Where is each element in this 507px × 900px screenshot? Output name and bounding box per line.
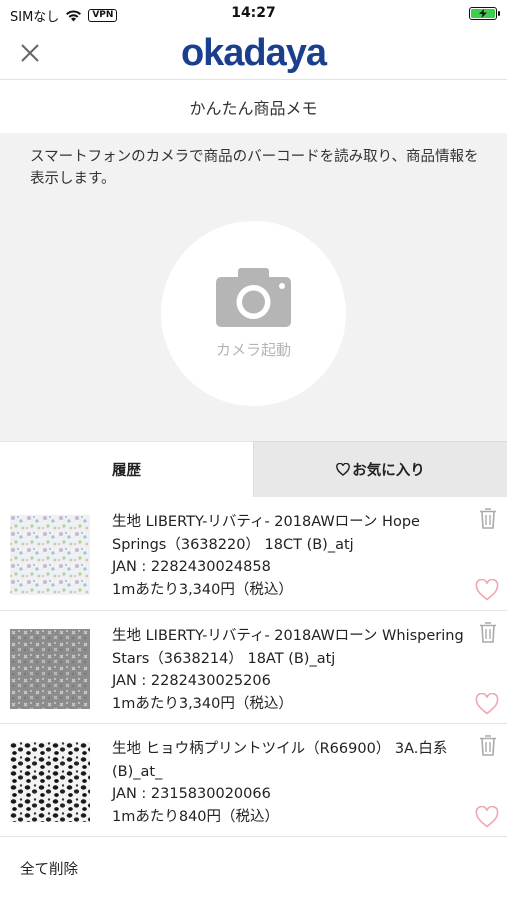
product-item[interactable]: 生地 LIBERTY-リバティ- 2018AWローン Hope Springs（… <box>0 497 507 610</box>
product-name: 生地 LIBERTY-リバティ- 2018AWローン Whispering St… <box>112 628 464 667</box>
heart-icon <box>336 463 351 476</box>
camera-icon <box>216 268 291 327</box>
tab-favorites-label: お気に入り <box>352 463 425 479</box>
favorite-heart-icon[interactable] <box>475 806 499 828</box>
battery-icon <box>469 7 500 20</box>
tab-history[interactable]: 履歴 <box>0 441 253 497</box>
product-info: 生地 LIBERTY-リバティ- 2018AWローン Hope Springs（… <box>112 511 472 601</box>
favorite-heart-icon[interactable] <box>475 579 499 601</box>
product-price: 1mあたり840円（税込） <box>112 808 280 825</box>
product-jan: JAN : 2282430025206 <box>112 673 271 689</box>
camera-section: スマートフォンのカメラで商品のバーコードを読み取り、商品情報を表示します。 カメ… <box>0 133 507 441</box>
product-name: 生地 ヒョウ柄プリントツイル（R66900） 3A.白系 (B)_at_ <box>112 741 448 780</box>
favorite-heart-icon[interactable] <box>475 693 499 715</box>
tab-history-label: 履歴 <box>112 463 141 479</box>
page-title: かんたん商品メモ <box>189 99 318 118</box>
product-price: 1mあたり3,340円（税込） <box>112 581 293 598</box>
trash-icon[interactable] <box>479 621 497 643</box>
trash-icon[interactable] <box>479 507 497 529</box>
app-header: okadaya <box>0 30 507 80</box>
product-thumbnail <box>10 515 90 595</box>
product-name: 生地 LIBERTY-リバティ- 2018AWローン Hope Springs（… <box>112 514 420 553</box>
charging-bolt-icon <box>479 9 487 18</box>
camera-launch-label: カメラ起動 <box>215 341 291 359</box>
status-bar: SIMなし VPN 14:27 <box>0 0 507 30</box>
product-price: 1mあたり3,340円（税込） <box>112 695 293 712</box>
product-thumbnail <box>10 742 90 822</box>
delete-all-button[interactable]: 全て削除 <box>0 836 507 900</box>
product-item[interactable]: 生地 LIBERTY-リバティ- 2018AWローン Whispering St… <box>0 610 507 723</box>
camera-description: スマートフォンのカメラで商品のバーコードを読み取り、商品情報を表示します。 <box>30 149 479 187</box>
product-list: 生地 LIBERTY-リバティ- 2018AWローン Hope Springs（… <box>0 497 507 836</box>
camera-launch-button[interactable]: カメラ起動 <box>161 221 346 406</box>
tab-favorites[interactable]: お気に入り <box>253 441 507 497</box>
product-jan: JAN : 2282430024858 <box>112 559 271 575</box>
trash-icon[interactable] <box>479 734 497 756</box>
product-info: 生地 LIBERTY-リバティ- 2018AWローン Whispering St… <box>112 625 472 715</box>
product-item[interactable]: 生地 ヒョウ柄プリントツイル（R66900） 3A.白系 (B)_at_ JAN… <box>0 723 507 836</box>
product-jan: JAN : 2315830020066 <box>112 786 271 802</box>
tab-bar: 履歴 お気に入り <box>0 441 507 497</box>
product-info: 生地 ヒョウ柄プリントツイル（R66900） 3A.白系 (B)_at_ JAN… <box>112 738 472 828</box>
status-time: 14:27 <box>231 5 276 21</box>
product-thumbnail <box>10 629 90 709</box>
okadaya-logo: okadaya <box>180 32 327 74</box>
delete-all-label: 全て削除 <box>20 862 78 878</box>
